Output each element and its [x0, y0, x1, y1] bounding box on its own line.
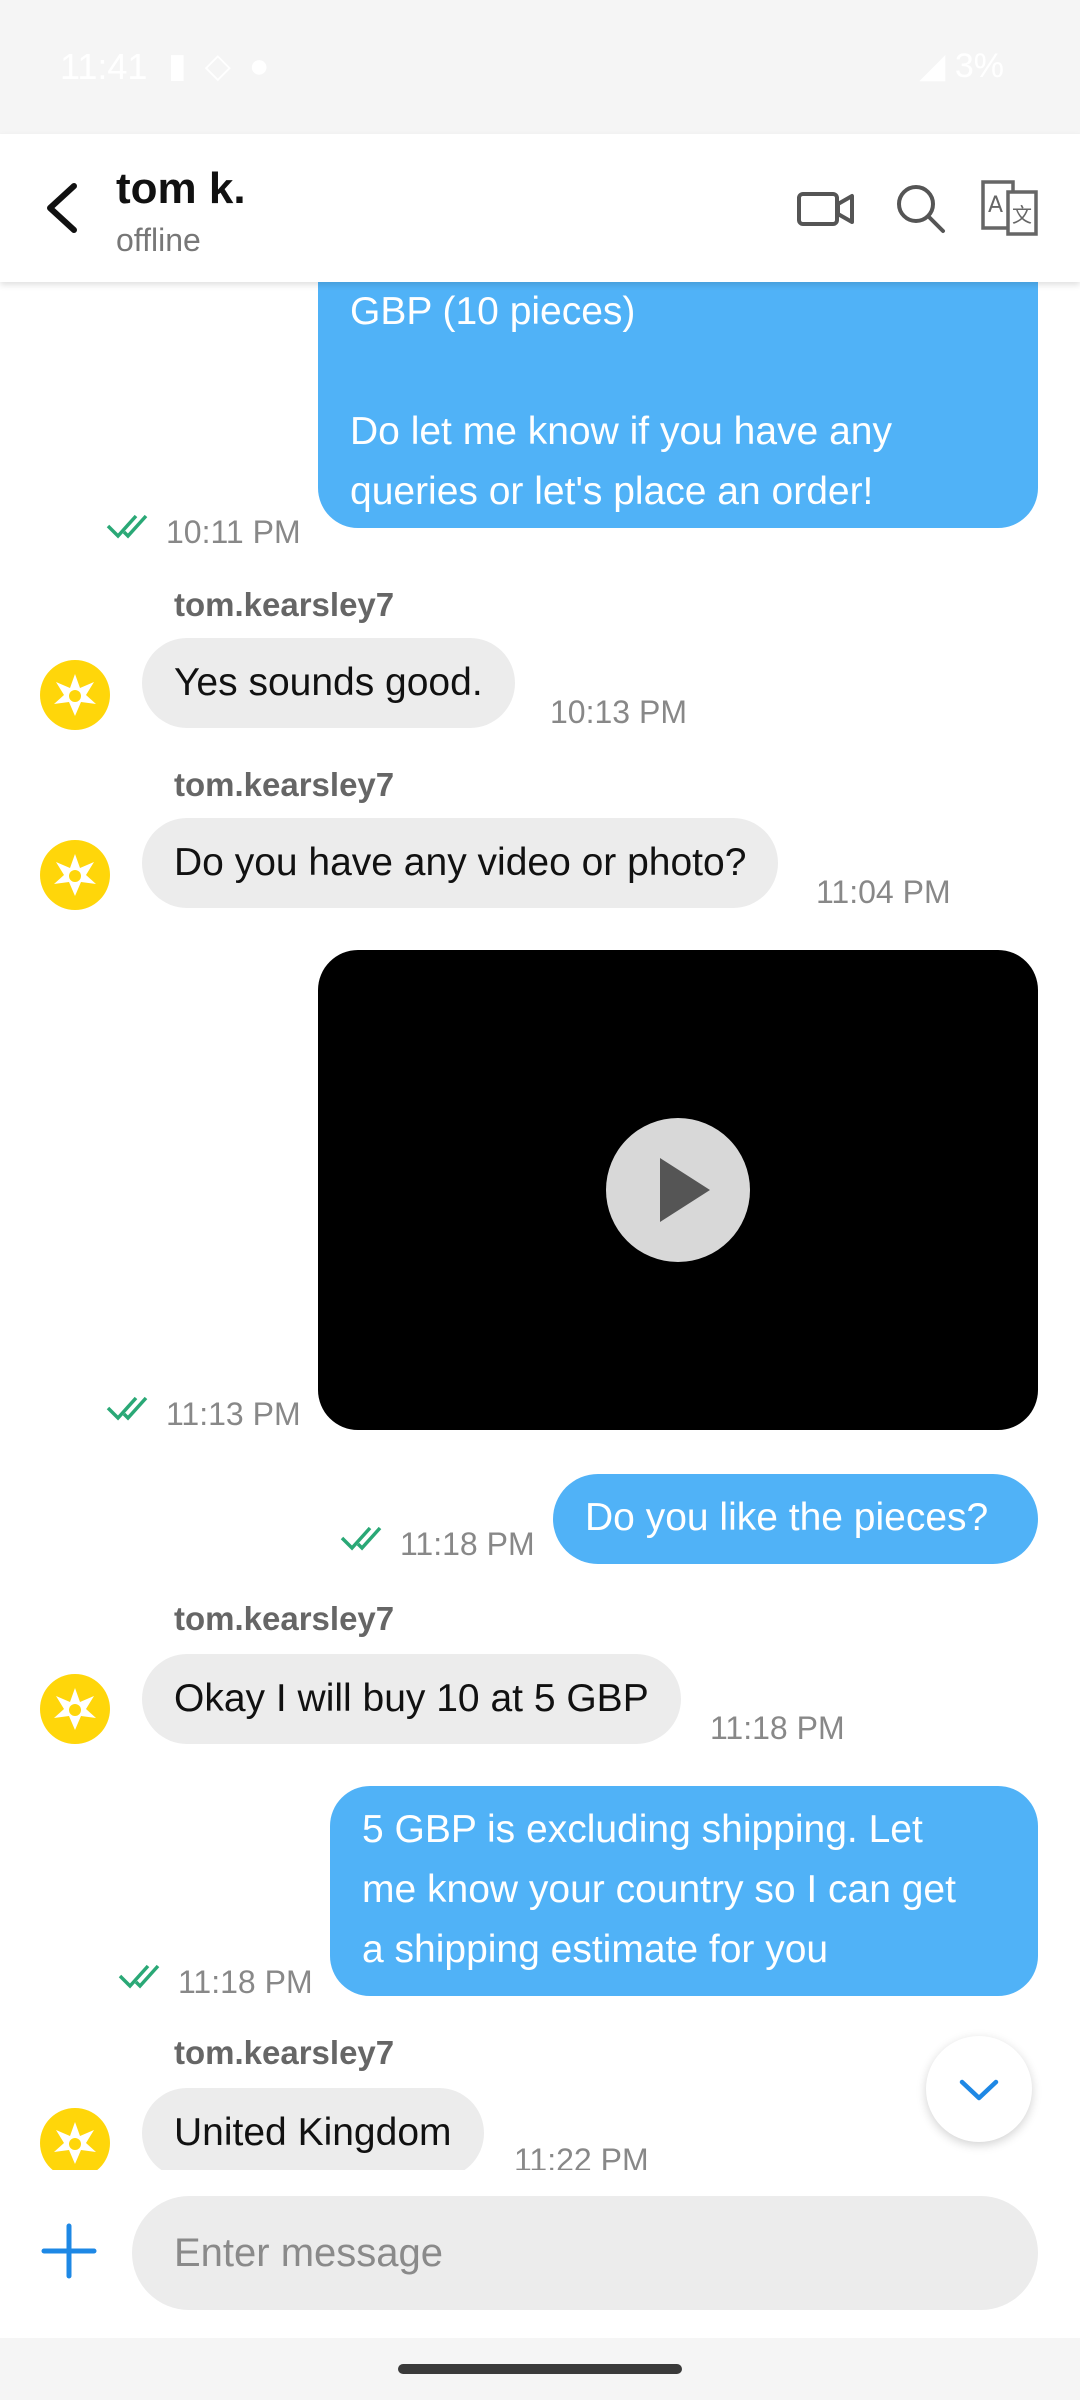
message-time: 10:13 PM [550, 694, 687, 730]
starburst-icon [54, 854, 96, 896]
status-time: 11:41 [60, 46, 148, 87]
read-check-icon [106, 514, 148, 539]
back-button[interactable] [34, 176, 94, 240]
sender-name: tom.kearsley7 [174, 586, 395, 623]
starburst-icon [54, 674, 96, 716]
outgoing-message[interactable]: Do you like the pieces? [553, 1474, 1038, 1564]
video-call-button[interactable] [796, 178, 856, 238]
incoming-message[interactable]: Do you have any video or photo? [142, 818, 779, 908]
message-list[interactable]: GBP (10 pieces) Do let me know if you ha… [0, 282, 1080, 2170]
play-button[interactable] [606, 1118, 750, 1262]
search-icon [897, 185, 945, 233]
message-text-line: Do let me know if you have any [350, 410, 892, 453]
avatar[interactable] [40, 2108, 110, 2170]
read-check-icon [118, 1964, 160, 1989]
composer-bar [0, 2170, 1080, 2338]
incoming-message[interactable]: United Kingdom [142, 2088, 484, 2170]
outgoing-message[interactable]: 5 GBP is excluding shipping. Let me know… [330, 1786, 1038, 1996]
battery-level: 3% [954, 47, 1004, 85]
chevron-down-icon [959, 2079, 999, 2101]
message-text-line: me know your country so I can get [362, 1868, 956, 1911]
message-text-line: 5 GBP is excluding shipping. Let [362, 1808, 923, 1851]
translate-button[interactable]: A 文 [980, 178, 1040, 238]
home-indicator[interactable] [398, 2364, 682, 2374]
message-text-line: GBP (10 pieces) [350, 290, 636, 333]
translate-icon: A 文 [981, 180, 1038, 236]
avatar[interactable] [40, 840, 110, 910]
message-time: 11:18 PM [710, 1710, 845, 1746]
status-bar: 11:41 ▮◇● ◢ 3% [0, 0, 1080, 134]
status-right: ◢ 3% [919, 46, 1004, 86]
message-time: 11:18 PM [178, 1964, 313, 2000]
scroll-to-bottom-button[interactable] [926, 2036, 1032, 2142]
sender-name: tom.kearsley7 [174, 1600, 395, 1637]
play-icon [660, 1158, 710, 1222]
svg-text:文: 文 [1012, 203, 1032, 227]
search-button[interactable] [890, 178, 950, 238]
incoming-message[interactable]: Okay I will buy 10 at 5 GBP [142, 1654, 681, 1744]
message-input[interactable] [132, 2196, 1038, 2310]
starburst-icon [54, 1688, 96, 1730]
message-time: 11:04 PM [816, 874, 951, 910]
message-text-line: queries or let's place an order! [350, 470, 874, 513]
sender-name: tom.kearsley7 [174, 2034, 395, 2071]
read-check-icon [106, 1396, 148, 1421]
chat-header: tom k. offline A 文 [0, 134, 1080, 282]
message-text-line: a shipping estimate for you [362, 1928, 829, 1971]
outgoing-message[interactable]: GBP (10 pieces) Do let me know if you ha… [318, 282, 1038, 528]
video-message[interactable] [318, 950, 1038, 1430]
contact-name[interactable]: tom k. [116, 164, 246, 214]
message-time: 11:22 PM [514, 2142, 649, 2170]
avatar[interactable] [40, 1674, 110, 1744]
wifi-icon: ◢ [919, 47, 955, 85]
notification-icons: ▮◇● [168, 47, 288, 85]
svg-text:A: A [988, 193, 1003, 218]
plus-icon [41, 2223, 97, 2279]
video-camera-icon [797, 192, 854, 226]
chevron-left-icon [47, 183, 77, 233]
incoming-message[interactable]: Yes sounds good. [142, 638, 515, 728]
read-check-icon [340, 1526, 382, 1551]
message-time: 11:18 PM [400, 1526, 535, 1562]
avatar[interactable] [40, 660, 110, 730]
message-time: 10:11 PM [166, 514, 301, 550]
sender-name: tom.kearsley7 [174, 766, 395, 803]
navigation-bar [0, 2338, 1080, 2400]
message-time: 11:13 PM [166, 1396, 301, 1432]
contact-status: offline [116, 222, 201, 258]
starburst-icon [54, 2122, 96, 2164]
add-attachment-button[interactable] [36, 2218, 102, 2284]
